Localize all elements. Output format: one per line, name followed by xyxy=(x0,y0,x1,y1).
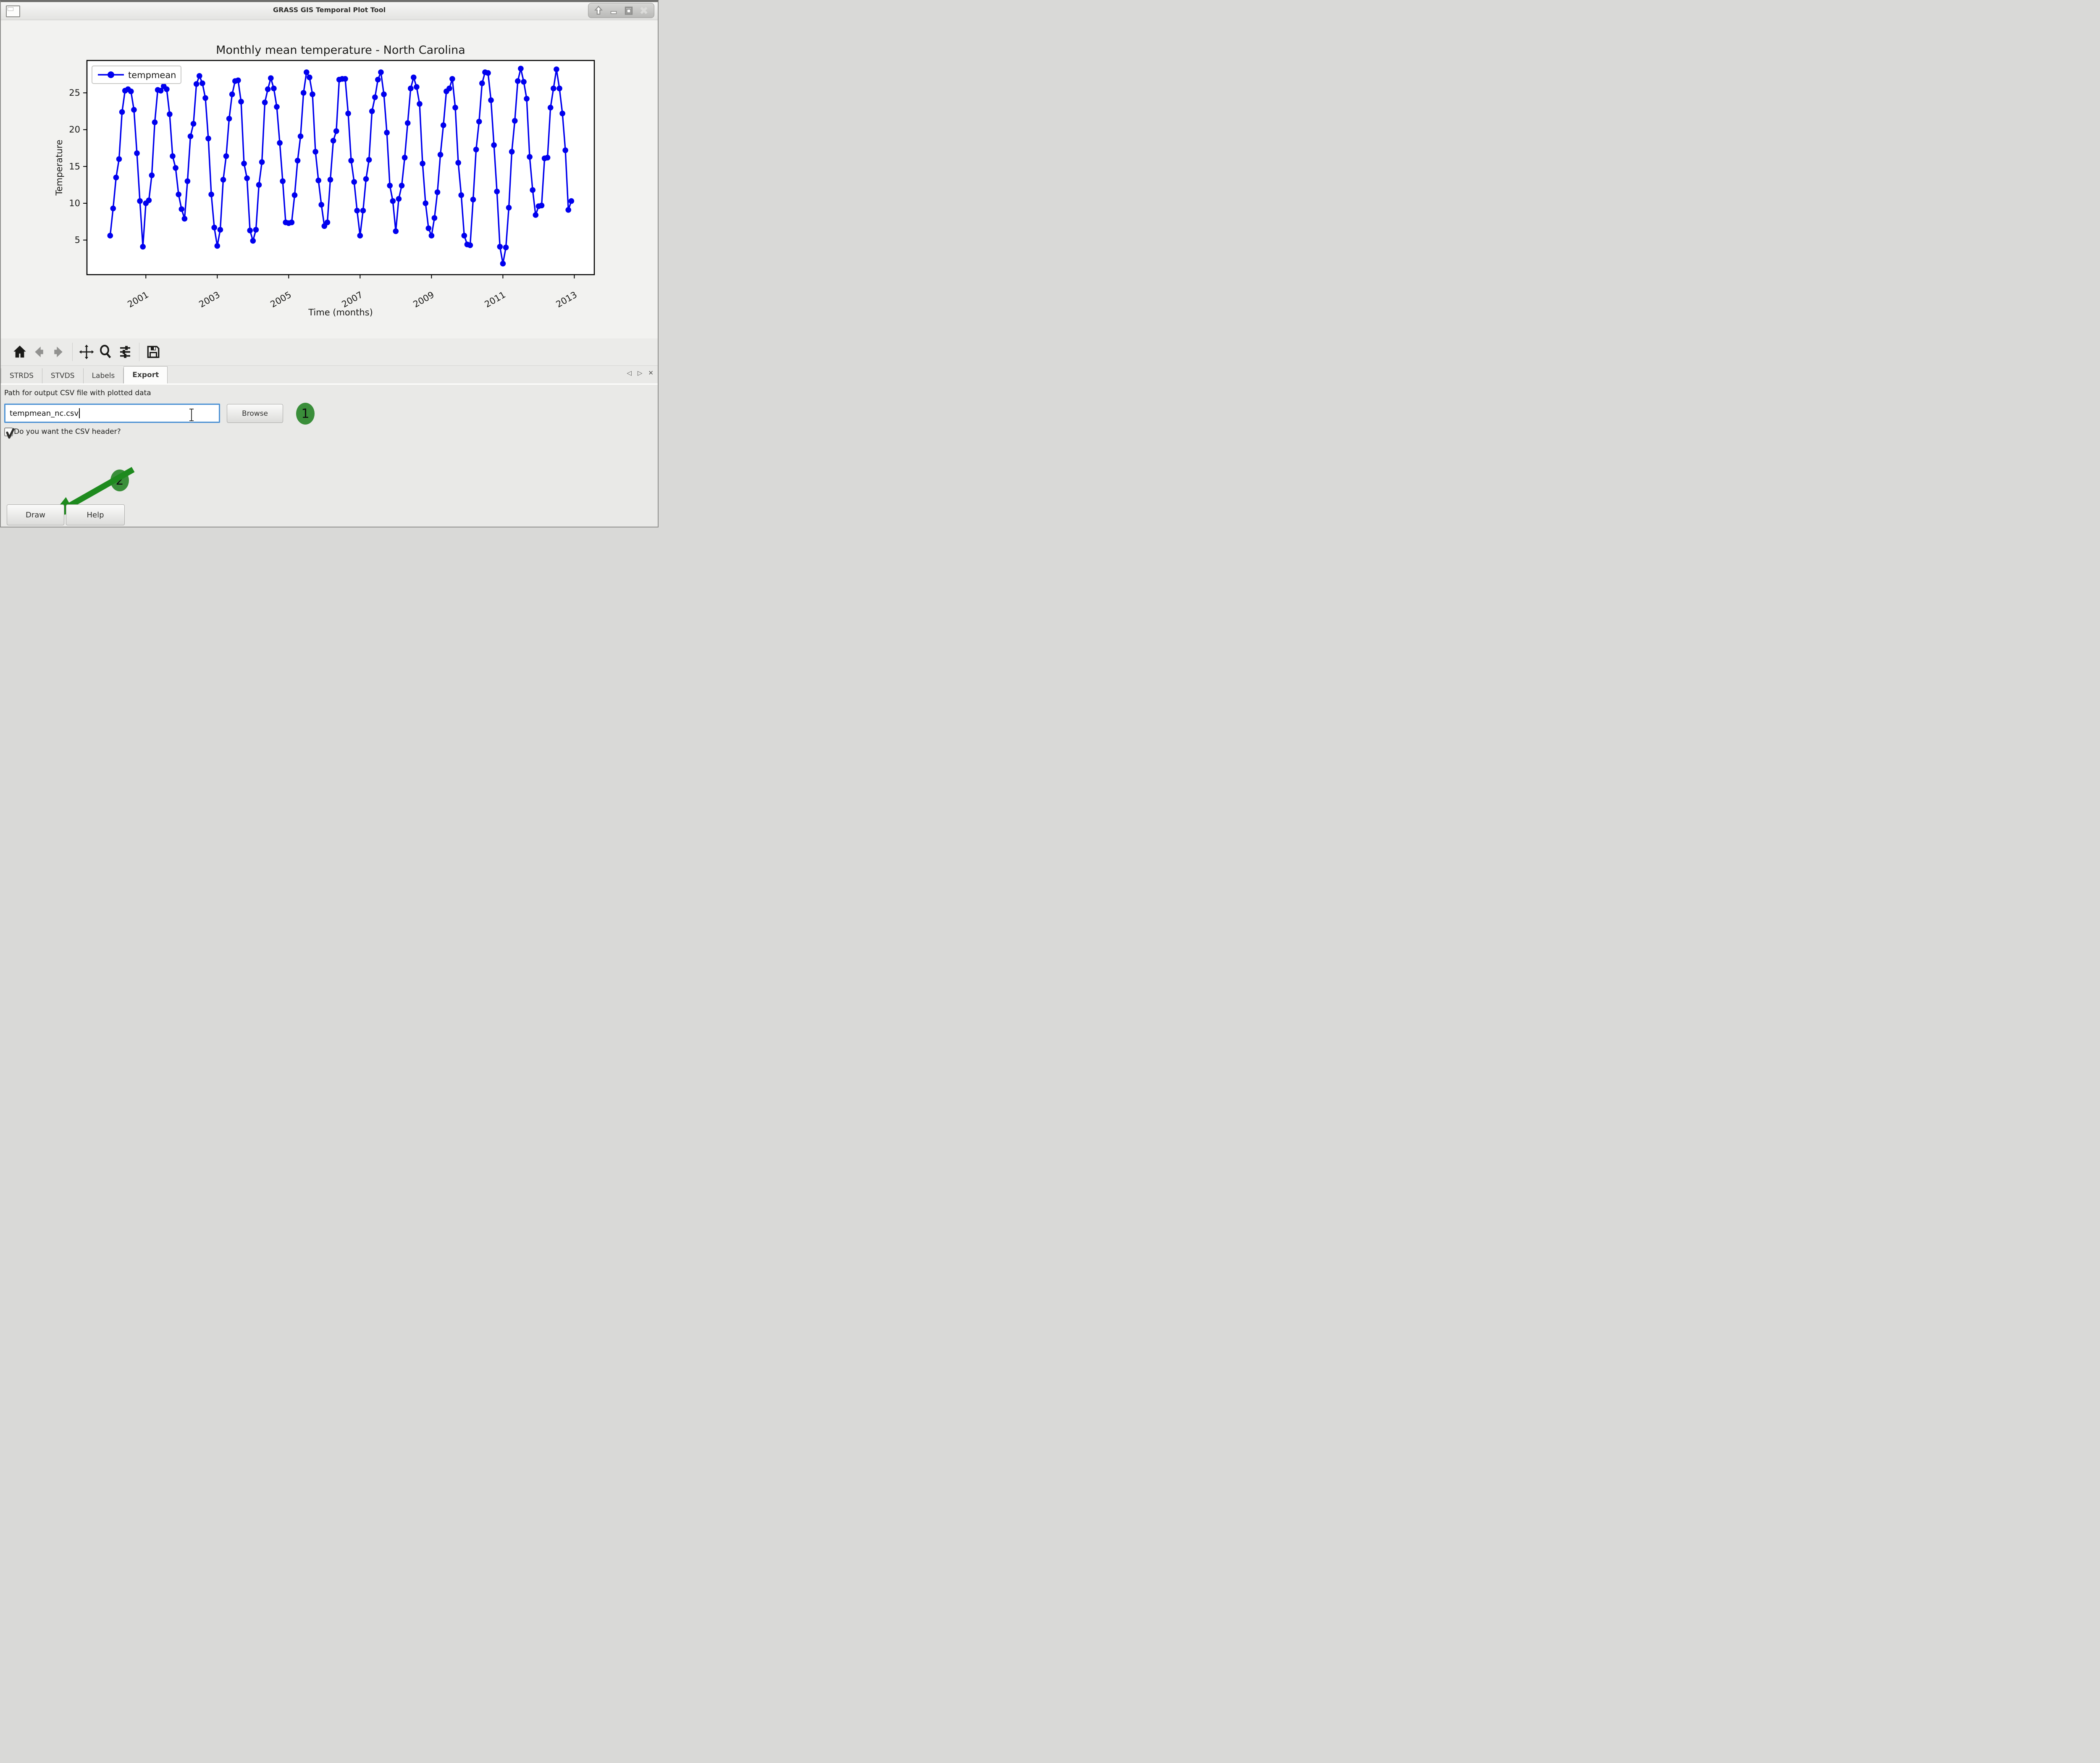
tab-scroll-left-icon[interactable]: ◁ xyxy=(627,369,632,377)
svg-text:5: 5 xyxy=(75,235,80,245)
toolbar-separator xyxy=(72,343,73,361)
help-button[interactable]: Help xyxy=(66,504,125,525)
browse-button[interactable]: Browse xyxy=(227,404,283,423)
tab-controls: ◁ ▷ ✕ xyxy=(627,369,654,377)
svg-text:2009: 2009 xyxy=(412,290,436,310)
tab-strds[interactable]: STRDS xyxy=(1,368,42,383)
svg-text:10: 10 xyxy=(69,198,80,208)
tab-stvds[interactable]: STVDS xyxy=(42,368,84,383)
csv-path-input[interactable]: tempmean_nc.csv xyxy=(4,404,220,423)
forward-icon[interactable] xyxy=(49,342,68,362)
csv-header-checkbox[interactable] xyxy=(4,428,13,436)
legend-label: tempmean xyxy=(128,70,176,80)
svg-text:2011: 2011 xyxy=(483,290,507,310)
shade-window-icon[interactable] xyxy=(593,5,604,16)
svg-text:2013: 2013 xyxy=(554,290,579,310)
step-2-badge: 2 xyxy=(110,470,129,491)
export-panel: Path for output CSV file with plotted da… xyxy=(1,383,658,527)
back-icon[interactable] xyxy=(29,342,49,362)
home-icon[interactable] xyxy=(10,342,29,362)
svg-text:2001: 2001 xyxy=(126,290,150,310)
zoom-icon[interactable] xyxy=(96,342,116,362)
svg-text:2005: 2005 xyxy=(269,290,293,310)
plot-toolbar xyxy=(1,338,658,366)
ibeam-cursor-icon xyxy=(187,408,196,422)
svg-text:2003: 2003 xyxy=(197,290,221,310)
plot-canvas[interactable]: Monthly mean temperature - North Carolin… xyxy=(1,20,658,338)
chart-title: Monthly mean temperature - North Carolin… xyxy=(216,44,465,57)
tab-export[interactable]: Export xyxy=(123,366,168,383)
svg-text:20: 20 xyxy=(69,125,80,135)
window-controls xyxy=(588,3,654,18)
svg-text:15: 15 xyxy=(69,161,80,171)
csv-header-checkbox-row: Do you want the CSV header? xyxy=(4,428,121,436)
plot-area xyxy=(87,60,594,275)
x-axis-label: Time (months) xyxy=(308,307,373,317)
tab-close-icon[interactable]: ✕ xyxy=(648,369,654,377)
checkmark-icon xyxy=(7,429,13,438)
configure-subplots-icon[interactable] xyxy=(116,342,135,362)
chart-legend[interactable]: tempmean xyxy=(92,66,181,84)
text-caret xyxy=(79,408,80,418)
tab-scroll-right-icon[interactable]: ▷ xyxy=(638,369,643,377)
pan-icon[interactable] xyxy=(77,342,96,362)
svg-text:25: 25 xyxy=(69,88,80,98)
draw-button[interactable]: Draw xyxy=(7,504,64,525)
step-1-badge: 1 xyxy=(296,403,315,425)
csv-path-value: tempmean_nc.csv xyxy=(10,409,79,418)
app-window: GRASS GIS Temporal Plot Tool Monthly mea… xyxy=(0,0,659,527)
y-axis-label: Temperature xyxy=(54,139,64,196)
csv-header-label: Do you want the CSV header? xyxy=(14,428,121,436)
tab-bar: STRDS STVDS Labels Export ◁ ▷ ✕ xyxy=(1,366,658,383)
temperature-chart: Monthly mean temperature - North Carolin… xyxy=(1,20,659,338)
svg-text:2007: 2007 xyxy=(340,290,365,310)
legend-marker xyxy=(108,71,114,78)
maximize-icon[interactable] xyxy=(623,5,634,16)
save-icon[interactable] xyxy=(144,342,163,362)
title-bar[interactable]: GRASS GIS Temporal Plot Tool xyxy=(1,2,658,20)
window-title: GRASS GIS Temporal Plot Tool xyxy=(1,6,658,14)
tab-labels[interactable]: Labels xyxy=(84,368,124,383)
path-output-label: Path for output CSV file with plotted da… xyxy=(4,389,151,397)
close-icon[interactable] xyxy=(638,5,649,16)
minimize-icon[interactable] xyxy=(608,5,619,16)
